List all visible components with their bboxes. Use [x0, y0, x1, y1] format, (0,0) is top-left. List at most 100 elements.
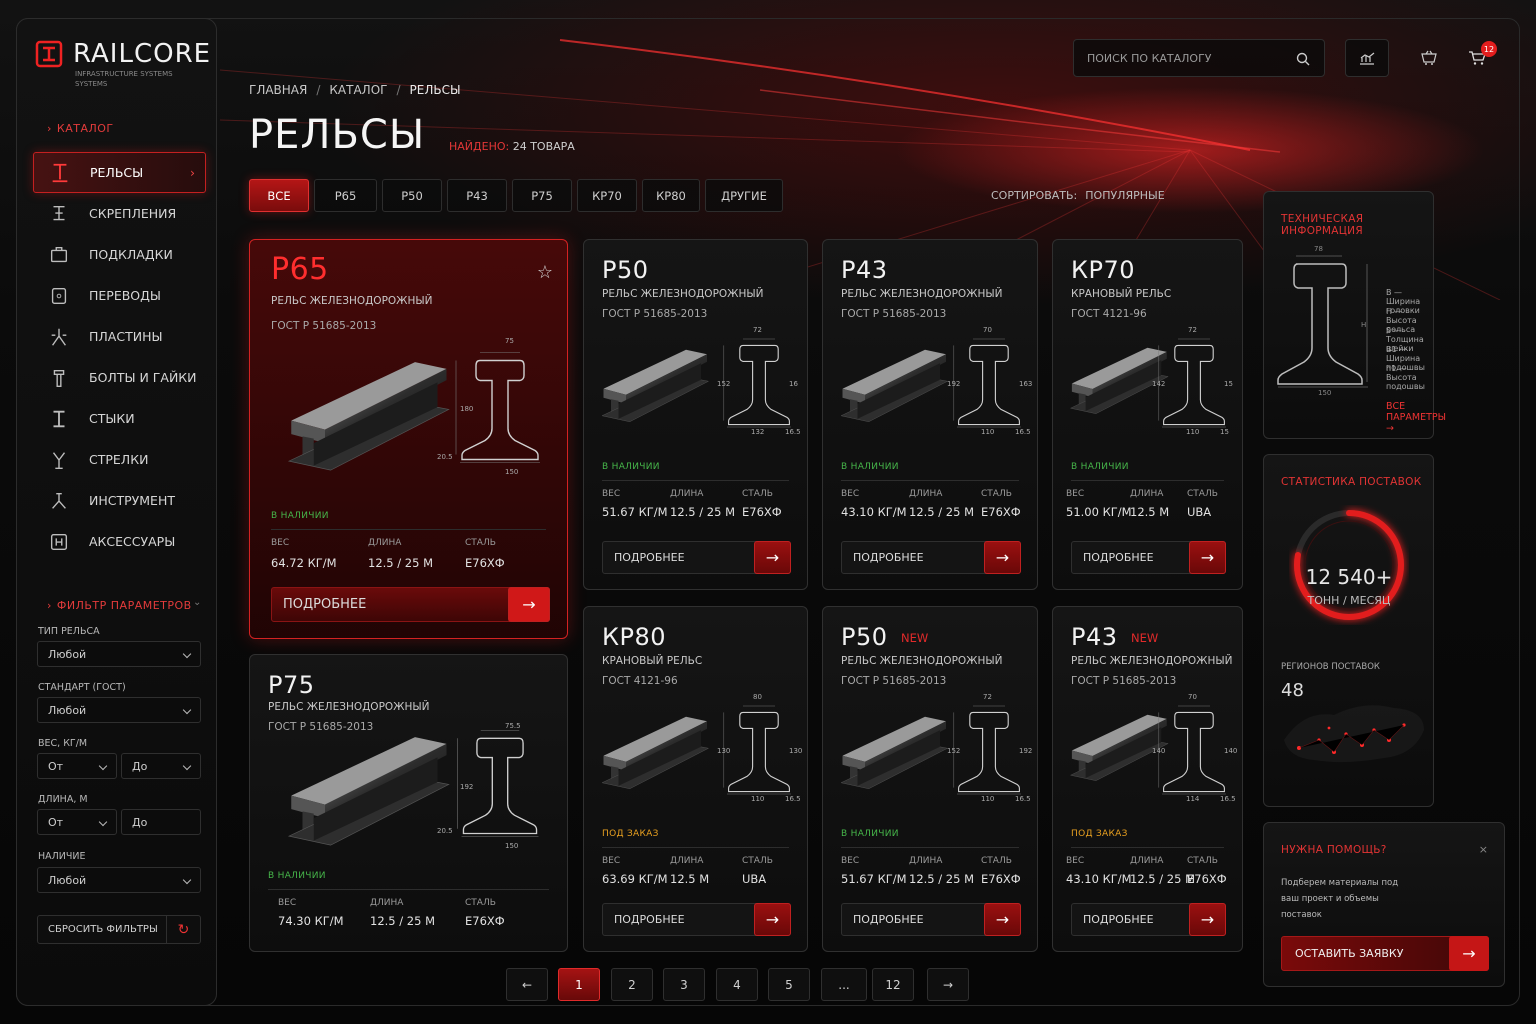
tab-filter[interactable]: ВСЕ	[249, 179, 309, 212]
details-button[interactable]: ПОДРОБНЕЕ →	[602, 541, 791, 574]
product-card[interactable]: Р43 NEW РЕЛЬС ЖЕЛЕЗНОДОРОЖНЫЙ ГОСТ Р 51685-…	[1052, 606, 1243, 952]
product-title[interactable]: Р50	[841, 623, 888, 651]
spec-steel: UBA	[742, 872, 767, 886]
star-icon[interactable]: ☆	[537, 262, 553, 283]
dim-label: 15	[1220, 428, 1229, 436]
search-input[interactable]	[1087, 51, 1277, 65]
product-card[interactable]: КР80 КРАНОВЫЙ РЕЛЬС ГОСТ 4121-96 80 130 130 11…	[583, 606, 808, 952]
rail-profile-drawing	[1158, 338, 1226, 428]
spec-weight: 64.72 КГ/М	[271, 556, 337, 570]
page-button[interactable]: 4	[716, 968, 758, 1001]
product-card[interactable]: Р43 РЕЛЬС ЖЕЛЕЗНОДОРОЖНЫЙ ГОСТ Р 51685-201…	[822, 239, 1038, 590]
page-button[interactable]: ...	[821, 968, 867, 1001]
weight-to-select[interactable]: До	[121, 753, 201, 779]
page-button[interactable]: 1	[558, 968, 600, 1001]
product-type: РЕЛЬС ЖЕЛЕЗНОДОРОЖНЫЙ	[1071, 655, 1233, 667]
wishlist-button[interactable]	[1407, 39, 1451, 77]
pagination-next-button[interactable]: →	[927, 968, 969, 1001]
sidebar-item-0[interactable]: РЕЛЬСЫ	[33, 152, 206, 193]
sidebar-item-5[interactable]: БОЛТЫ И ГАЙКИ	[33, 357, 206, 398]
breadcrumb-home[interactable]: ГЛАВНАЯ	[249, 83, 307, 97]
product-title[interactable]: КР80	[602, 623, 666, 651]
details-button[interactable]: ПОДРОБНЕЕ →	[1071, 541, 1226, 574]
product-title[interactable]: Р50	[602, 256, 649, 284]
standard-select[interactable]: Любой	[37, 697, 201, 723]
chevron-down-icon[interactable]: ⌄	[193, 597, 201, 608]
rail-profile-drawing	[1158, 705, 1226, 795]
page-button[interactable]: 12	[872, 968, 914, 1001]
page-button[interactable]: 3	[663, 968, 705, 1001]
close-icon[interactable]: ×	[1479, 843, 1488, 856]
basket-icon	[1421, 50, 1437, 65]
rail-3d-image	[287, 362, 450, 471]
product-card[interactable]: КР70 КРАНОВЫЙ РЕЛЬС ГОСТ 4121-96 72 142 15 110…	[1052, 239, 1243, 590]
length-to-input[interactable]: До	[121, 809, 201, 835]
sidebar-item-7[interactable]: СТРЕЛКИ	[33, 439, 206, 480]
details-button[interactable]: ПОДРОБНЕЕ →	[841, 903, 1021, 936]
tab-filter[interactable]: ДРУГИЕ	[705, 179, 783, 212]
sidebar-item-4[interactable]: ПЛАСТИНЫ	[33, 316, 206, 357]
sidebar-item-8[interactable]: ИНСТРУМЕНТ	[33, 480, 206, 521]
pagination-prev-button[interactable]: ←	[506, 968, 548, 1001]
page-title: РЕЛЬСЫ	[249, 112, 426, 158]
sidebar-item-9[interactable]: АКСЕССУАРЫ	[33, 521, 206, 562]
details-button[interactable]: ПОДРОБНЕЕ →	[602, 903, 791, 936]
sort-value[interactable]: ПОПУЛЯРНЫЕ	[1085, 189, 1164, 202]
search-box[interactable]	[1073, 39, 1325, 77]
tab-filter[interactable]: Р43	[447, 179, 507, 212]
details-button[interactable]: ПОДРОБНЕЕ →	[841, 541, 1021, 574]
spec-label: ВЕС	[602, 489, 621, 499]
search-icon[interactable]	[1296, 52, 1310, 66]
points-icon	[47, 448, 71, 472]
dim-label: 16.5	[785, 428, 801, 436]
filter-title[interactable]: ФИЛЬТР ПАРАМЕТРОВ	[47, 599, 192, 612]
length-from-select[interactable]: От	[37, 809, 117, 835]
details-button[interactable]: ПОДРОБНЕЕ →	[271, 587, 550, 622]
spec-length: 12.5 / 25 М	[909, 505, 975, 519]
page-button[interactable]: 2	[611, 968, 653, 1001]
weight-from-select[interactable]: От	[37, 753, 117, 779]
sidebar-item-6[interactable]: СТЫКИ	[33, 398, 206, 439]
all-params-link[interactable]: ВСЕ ПАРАМЕТРЫ →	[1386, 401, 1446, 434]
stats-button[interactable]	[1345, 39, 1389, 77]
tab-filter[interactable]: Р65	[314, 179, 377, 212]
product-card[interactable]: Р65 ☆ РЕЛЬС ЖЕЛЕЗНОДОРОЖНЫЙ ГОСТ Р 51685-20…	[249, 239, 568, 639]
tech-dim-base: 150	[1318, 389, 1331, 397]
arrow-right-icon: →	[754, 541, 791, 574]
sidebar-item-label: ПЕРЕВОДЫ	[89, 288, 161, 303]
cart-button[interactable]: 12	[1455, 39, 1499, 77]
tab-filter[interactable]: Р50	[382, 179, 442, 212]
submit-request-button[interactable]: ОСТАВИТЬ ЗАЯВКУ →	[1281, 936, 1489, 971]
sidebar-item-3[interactable]: ПЕРЕВОДЫ	[33, 275, 206, 316]
product-type: РЕЛЬС ЖЕЛЕЗНОДОРОЖНЫЙ	[841, 655, 1003, 667]
page-button[interactable]: 5	[768, 968, 810, 1001]
product-card[interactable]: Р50 РЕЛЬС ЖЕЛЕЗНОДОРОЖНЫЙ ГОСТ Р 51685-201…	[583, 239, 808, 590]
tie-plate-icon	[47, 243, 71, 267]
details-button[interactable]: ПОДРОБНЕЕ →	[1071, 903, 1226, 936]
dim-label: 192	[947, 380, 961, 388]
product-title[interactable]: Р43	[841, 256, 888, 284]
sidebar-item-1[interactable]: СКРЕПЛЕНИЯ	[33, 193, 206, 234]
sort-control[interactable]: СОРТИРОВАТЬ: ПОПУЛЯРНЫЕ	[991, 189, 1165, 202]
divider	[1071, 847, 1224, 848]
breadcrumb-catalog[interactable]: КАТАЛОГ	[329, 83, 387, 97]
brand-logo[interactable]: RAILCORE	[35, 39, 211, 69]
tab-filter[interactable]: Р75	[512, 179, 572, 212]
dim-label: 16.5	[1015, 428, 1031, 436]
product-card[interactable]: Р50 NEW РЕЛЬС ЖЕЛЕЗНОДОРОЖНЫЙ ГОСТ Р 51685-…	[822, 606, 1038, 952]
reset-filters-button[interactable]: СБРОСИТЬ ФИЛЬТРЫ ↻	[37, 915, 201, 944]
tab-filter[interactable]: КР80	[642, 179, 700, 212]
product-title[interactable]: Р65	[271, 252, 329, 287]
dim-label: 192	[1019, 747, 1033, 755]
availability-select[interactable]: Любой	[37, 867, 201, 893]
product-title[interactable]: КР70	[1071, 256, 1135, 284]
tab-filter[interactable]: КР70	[577, 179, 637, 212]
sidebar-item-2[interactable]: ПОДКЛАДКИ	[33, 234, 206, 275]
arrow-right-icon: →	[754, 903, 791, 936]
refresh-icon[interactable]: ↻	[166, 916, 200, 943]
product-title[interactable]: Р43	[1071, 623, 1118, 651]
product-title[interactable]: Р75	[268, 671, 315, 699]
reset-filters-label: СБРОСИТЬ ФИЛЬТРЫ	[48, 924, 158, 935]
rail-type-select[interactable]: Любой	[37, 641, 201, 667]
product-card[interactable]: Р75 РЕЛЬС ЖЕЛЕЗНОДОРОЖНЫЙ ГОСТ Р 51685-201…	[249, 654, 568, 952]
